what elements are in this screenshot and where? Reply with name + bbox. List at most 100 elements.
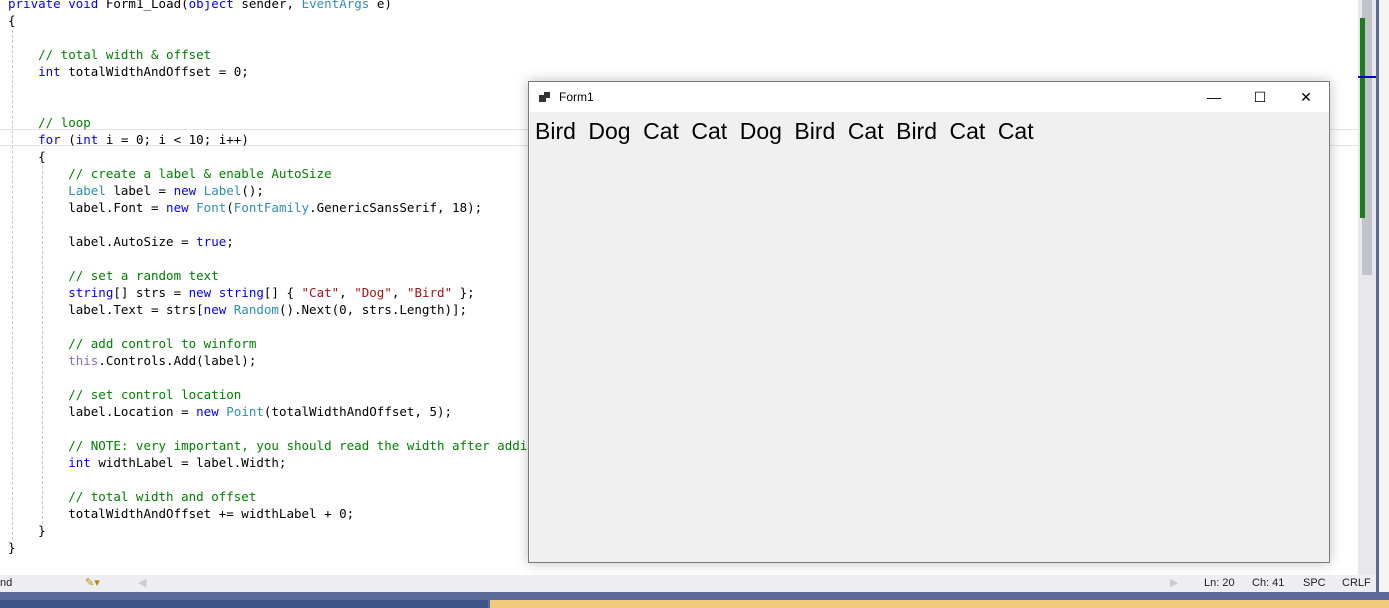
bottom-panels	[0, 592, 1389, 608]
form-label: Bird	[535, 118, 576, 144]
code-token: {	[8, 149, 46, 164]
code-token: int	[75, 132, 106, 147]
line-number[interactable]: Ln: 20	[1204, 575, 1235, 592]
code-line: // create a label & enable AutoSize	[8, 165, 332, 182]
code-line: for (int i = 0; i < 10; i++)	[8, 131, 249, 148]
line-ending[interactable]: CRLF	[1342, 575, 1371, 592]
code-line: label.AutoSize = true;	[8, 233, 234, 250]
maximize-button[interactable]: ☐	[1237, 82, 1283, 112]
code-token: sender,	[241, 0, 302, 11]
code-token: {	[8, 13, 16, 28]
code-token: ().Next(0, strs.Length)];	[278, 302, 468, 317]
code-line: label.Font = new Font(FontFamily.Generic…	[8, 199, 482, 216]
code-token: label.Text = strs[	[8, 302, 204, 317]
code-token: object	[188, 0, 242, 11]
form-labels: Bird Dog Cat Cat Dog Bird Cat Bird Cat Cat	[535, 118, 1046, 145]
form-app-icon	[539, 92, 550, 102]
code-line: // NOTE: very important, you should read…	[8, 437, 527, 454]
form-label: Bird	[794, 118, 836, 144]
code-line: int widthLabel = label.Width;	[8, 454, 286, 471]
form-title: Form1	[559, 90, 594, 104]
editor-status-bar: nd ✎▾ ◀ ▶ Ln: 20 Ch: 41 SPC CRLF	[0, 575, 1376, 592]
code-line: }	[8, 539, 16, 556]
code-token: Label	[203, 183, 242, 198]
indent-mode[interactable]: SPC	[1303, 575, 1326, 592]
code-token: // total width and offset	[8, 489, 257, 504]
code-token: void	[68, 0, 106, 11]
code-line: private void Form1_Load(object sender, E…	[8, 0, 392, 12]
code-token: FontFamily	[233, 200, 310, 215]
code-line: this.Controls.Add(label);	[8, 352, 256, 369]
code-line: // loop	[8, 114, 91, 131]
code-line: // set control location	[8, 386, 241, 403]
code-token: int	[8, 64, 69, 79]
code-token: "Bird"	[406, 285, 453, 300]
code-token: ();	[241, 183, 264, 198]
code-token: ,	[339, 285, 355, 300]
code-token: // set control location	[8, 387, 242, 402]
form-label: Cat	[997, 118, 1034, 144]
form-label: Cat	[847, 118, 884, 144]
code-token: .GenericSansSerif, 18);	[309, 200, 483, 215]
code-token: Label	[8, 183, 114, 198]
code-token: new	[203, 302, 234, 317]
code-token: [] {	[263, 285, 302, 300]
code-line: // add control to winform	[8, 335, 256, 352]
code-token: Point	[226, 404, 264, 419]
code-token: // loop	[8, 115, 91, 130]
code-token: this	[8, 353, 99, 368]
code-token: (	[226, 200, 234, 215]
code-token: true	[196, 234, 227, 249]
code-token: // total width & offset	[8, 47, 212, 62]
code-line: Label label = new Label();	[8, 182, 264, 199]
code-token: ;	[226, 234, 234, 249]
code-line: int totalWidthAndOffset = 0;	[8, 63, 249, 80]
code-token: // NOTE: very important, you should read…	[8, 438, 528, 453]
code-line: // set a random text	[8, 267, 219, 284]
code-line: string[] strs = new string[] { "Cat", "D…	[8, 284, 475, 301]
code-token: e)	[376, 0, 392, 11]
code-token: string	[218, 285, 264, 300]
code-token: };	[452, 285, 475, 300]
code-token: Form1_Load(	[105, 0, 189, 11]
code-token: new	[188, 285, 219, 300]
code-token: i = 0; i < 10; i++)	[105, 132, 249, 147]
code-line: // total width and offset	[8, 488, 256, 505]
tool-window-left	[0, 600, 488, 608]
code-token: // create a label & enable AutoSize	[8, 166, 332, 181]
form-label: Bird	[896, 118, 938, 144]
code-token: label =	[113, 183, 174, 198]
form1-window: Form1 — ☐ ✕ Bird Dog Cat Cat Dog Bird Cat Bird C…	[528, 81, 1330, 563]
form-title-bar[interactable]: Form1 — ☐ ✕	[529, 82, 1329, 112]
code-token: .Controls.Add(label);	[98, 353, 257, 368]
vertical-scrollbar[interactable]	[1358, 0, 1388, 575]
status-left-text: nd	[0, 577, 13, 589]
code-cleanup-icon[interactable]: ✎▾	[85, 575, 100, 592]
code-token: totalWidthAndOffset = 0;	[68, 64, 249, 79]
code-token: // add control to winform	[8, 336, 257, 351]
scroll-left-icon[interactable]: ◀	[138, 575, 146, 592]
code-token: // set a random text	[8, 268, 219, 283]
close-button[interactable]: ✕	[1283, 82, 1329, 112]
column-number[interactable]: Ch: 41	[1252, 575, 1284, 592]
code-token: for	[8, 132, 69, 147]
side-panel	[1376, 0, 1389, 592]
output-window-tab[interactable]	[490, 600, 1389, 608]
code-token: "Dog"	[354, 285, 392, 300]
code-token: }	[8, 540, 16, 555]
change-marker	[1360, 18, 1365, 218]
form-label: Dog	[739, 118, 782, 144]
code-line: }	[8, 522, 46, 539]
form-label: Cat	[643, 118, 679, 144]
code-token: Random	[233, 302, 279, 317]
code-token: Font	[196, 200, 227, 215]
code-token: label.Location =	[8, 404, 197, 419]
minimize-button[interactable]: —	[1191, 82, 1237, 112]
code-token: new	[166, 200, 197, 215]
form-label: Cat	[949, 118, 986, 144]
code-token: new	[196, 404, 227, 419]
code-token: (totalWidthAndOffset, 5);	[263, 404, 453, 419]
scroll-right-icon[interactable]: ▶	[1170, 575, 1178, 592]
code-line: label.Text = strs[new Random().Next(0, s…	[8, 301, 467, 318]
code-token: int	[8, 455, 99, 470]
